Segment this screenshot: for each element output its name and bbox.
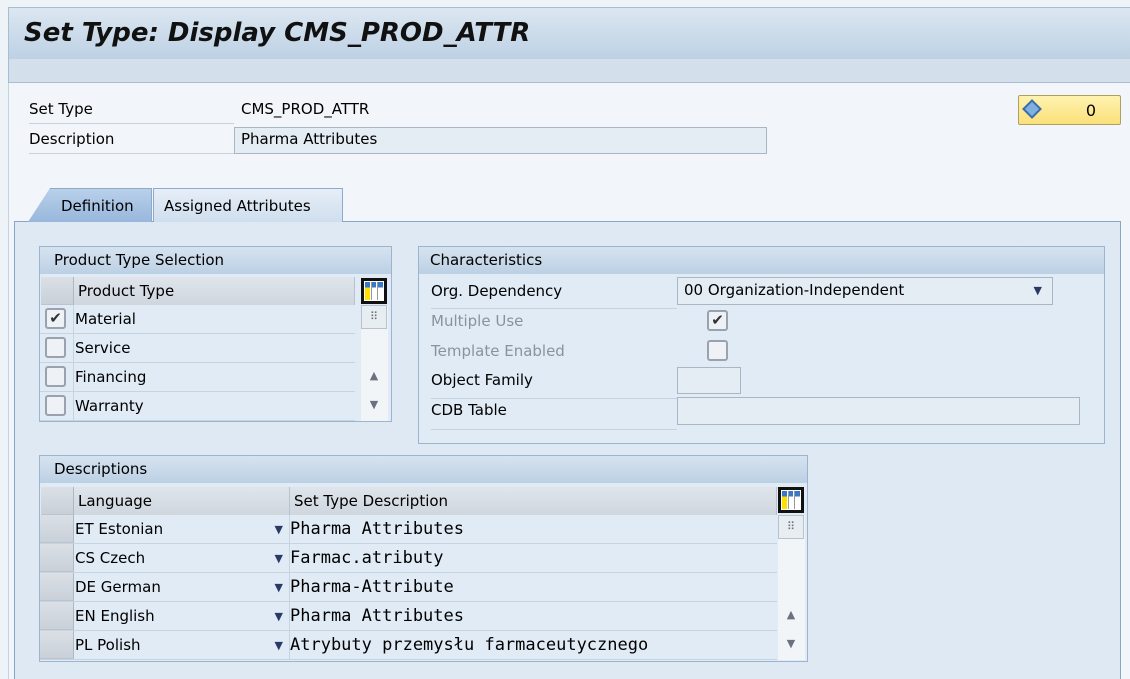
tab-assigned-attributes[interactable]: Assigned Attributes: [153, 188, 343, 222]
column-settings-icon[interactable]: [361, 278, 387, 304]
select-all-cell[interactable]: [41, 487, 74, 515]
table-row: ET Estonian ▼ Pharma Attributes: [40, 515, 777, 544]
cdb-table-label: CDB Table: [431, 401, 677, 430]
scroll-thumb[interactable]: ⠿: [361, 305, 387, 329]
language-dropdown[interactable]: DE German ▼: [74, 573, 290, 601]
chevron-down-icon[interactable]: ▼: [275, 639, 283, 652]
table-row: Service: [40, 334, 355, 363]
column-settings-icon[interactable]: [778, 487, 804, 513]
multiple-use-checkbox: ✔: [707, 310, 728, 331]
warranty-checkbox[interactable]: [45, 395, 66, 416]
vertical-scrollbar[interactable]: ⠿ ▲ ▼: [778, 515, 805, 660]
description-label: Description: [29, 130, 234, 154]
message-count: 0: [1085, 101, 1096, 120]
template-enabled-label: Template Enabled: [431, 342, 565, 360]
table-row: ✔ Material: [40, 305, 355, 334]
org-dependency-label: Org. Dependency: [431, 281, 677, 309]
org-dependency-value: 00 Organization-Independent: [684, 281, 905, 299]
product-type-selection-group: Product Type Selection Product Type ✔ Mat…: [39, 246, 392, 422]
chevron-down-icon[interactable]: ▼: [1034, 284, 1042, 297]
language-dropdown[interactable]: CS Czech ▼: [74, 544, 290, 572]
language-value: DE German: [75, 578, 161, 596]
row-label: Warranty: [75, 397, 144, 415]
table-row: Warranty: [40, 392, 355, 421]
select-all-cell[interactable]: [41, 277, 74, 305]
table-row: EN English ▼ Pharma Attributes: [40, 602, 777, 631]
row-selector[interactable]: [40, 515, 74, 543]
description-cell[interactable]: Pharma Attributes: [290, 519, 464, 539]
toolbar: [8, 59, 1130, 83]
vertical-scrollbar[interactable]: ⠿ ▲ ▼: [361, 305, 388, 421]
description-field[interactable]: Pharma Attributes: [234, 127, 767, 154]
product-type-table: ✔ Material Service Financing Warranty: [40, 305, 355, 421]
scroll-thumb[interactable]: ⠿: [778, 515, 804, 539]
scroll-up-icon[interactable]: ▲: [361, 363, 387, 389]
scroll-down-icon[interactable]: ▼: [778, 631, 804, 657]
descriptions-table: ET Estonian ▼ Pharma Attributes CS Czech ▼ F…: [40, 515, 777, 660]
chevron-down-icon[interactable]: ▼: [275, 552, 283, 565]
row-selector[interactable]: [40, 631, 74, 659]
description-cell[interactable]: Atrybuty przemysłu farmaceutycznego: [290, 635, 648, 655]
table-row: Financing: [40, 363, 355, 392]
description-cell[interactable]: Pharma-Attribute: [290, 577, 454, 597]
diamond-icon: [1022, 99, 1042, 119]
set-type-label: Set Type: [29, 100, 234, 124]
page-title: Set Type: Display CMS_PROD_ATTR: [24, 18, 531, 48]
description-cell[interactable]: Pharma Attributes: [290, 606, 464, 626]
column-header-language[interactable]: Language: [74, 487, 290, 515]
financing-checkbox[interactable]: [45, 366, 66, 387]
group-title: Characteristics: [419, 247, 1104, 274]
table-row: PL Polish ▼ Atrybuty przemysłu farmaceutyc…: [40, 631, 777, 660]
material-checkbox[interactable]: ✔: [45, 308, 66, 329]
language-value: PL Polish: [75, 636, 141, 654]
set-type-value: CMS_PROD_ATTR: [241, 100, 370, 118]
org-dependency-dropdown[interactable]: 00 Organization-Independent ▼: [677, 277, 1053, 305]
template-enabled-checkbox: [707, 340, 728, 361]
language-dropdown[interactable]: EN English ▼: [74, 602, 290, 630]
chevron-down-icon[interactable]: ▼: [275, 581, 283, 594]
table-row: DE German ▼ Pharma-Attribute: [40, 573, 777, 602]
multiple-use-label: Multiple Use: [431, 312, 524, 330]
group-title: Product Type Selection: [40, 247, 391, 274]
object-family-label: Object Family: [431, 371, 677, 399]
row-label: Financing: [75, 368, 147, 386]
scroll-up-icon[interactable]: ▲: [778, 602, 804, 628]
table-row: CS Czech ▼ Farmac.atributy: [40, 544, 777, 573]
language-value: CS Czech: [75, 549, 146, 567]
row-label: Material: [75, 310, 136, 328]
chevron-down-icon[interactable]: ▼: [275, 523, 283, 536]
chevron-down-icon[interactable]: ▼: [275, 610, 283, 623]
language-value: EN English: [75, 607, 155, 625]
service-checkbox[interactable]: [45, 337, 66, 358]
language-value: ET Estonian: [75, 520, 164, 538]
language-dropdown[interactable]: ET Estonian ▼: [74, 515, 290, 543]
description-cell[interactable]: Farmac.atributy: [290, 548, 444, 568]
message-badge-button[interactable]: 0: [1018, 95, 1121, 125]
row-selector[interactable]: [40, 573, 74, 601]
descriptions-group: Descriptions Language Set Type Descripti…: [39, 455, 808, 662]
row-selector[interactable]: [40, 602, 74, 630]
column-header-description[interactable]: Set Type Description: [290, 487, 777, 515]
group-title: Descriptions: [40, 456, 807, 483]
characteristics-group: Characteristics Org. Dependency 00 Organ…: [418, 246, 1105, 444]
column-header-product-type[interactable]: Product Type: [74, 277, 355, 305]
object-family-field[interactable]: [677, 367, 741, 394]
language-dropdown[interactable]: PL Polish ▼: [74, 631, 290, 659]
row-label: Service: [75, 339, 131, 357]
title-bar: Set Type: Display CMS_PROD_ATTR: [8, 7, 1130, 59]
row-selector[interactable]: [40, 544, 74, 572]
cdb-table-field[interactable]: [677, 397, 1080, 425]
scroll-down-icon[interactable]: ▼: [361, 392, 387, 418]
